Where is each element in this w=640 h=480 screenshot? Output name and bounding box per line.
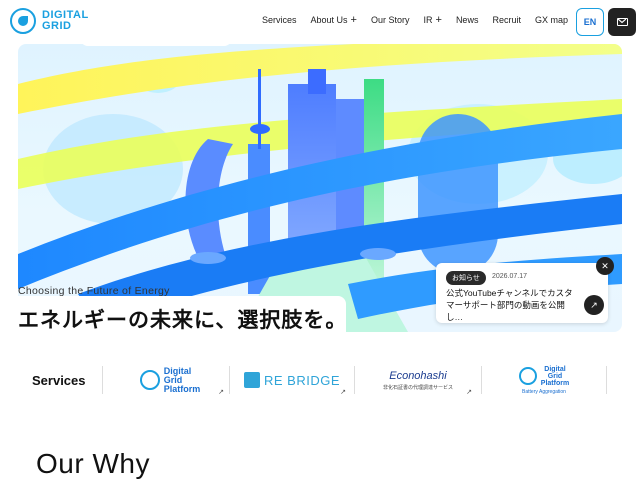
service-subtitle: 非化石証書の代理調達サービス (382, 384, 453, 391)
nav-recruit[interactable]: Recruit (492, 15, 521, 25)
service-name: RE BRIDGE (263, 372, 340, 388)
service-name: Econohashi (389, 369, 447, 382)
service-re-bridge[interactable]: RE BRIDGE ↗ (234, 362, 350, 398)
nav-our-story[interactable]: Our Story (371, 15, 410, 25)
services-label: Services (32, 373, 86, 388)
divider (481, 366, 482, 394)
news-date: 2026.07.17 (492, 273, 528, 280)
plus-icon: + (435, 13, 442, 26)
hero-headline: エネルギーの未来に、選択肢を。 (18, 309, 348, 332)
news-badge: お知らせ (446, 271, 486, 285)
nav-label: News (455, 15, 479, 25)
nav-about-us[interactable]: About Us + (310, 13, 357, 26)
news-card[interactable]: お知らせ 2026.07.17 公式YouTubeチャンネルでカスタマーサポート… (436, 263, 608, 323)
nav-label: Services (262, 15, 297, 25)
hero-tagline: Choosing the Future of Energy (18, 285, 170, 297)
nav-label: Recruit (492, 15, 521, 25)
external-link-icon: ↗ (218, 389, 224, 396)
bird-logo-icon (10, 8, 36, 34)
nav-label: GX map (534, 15, 568, 25)
hero-top-notch (80, 20, 232, 46)
divider (102, 366, 103, 394)
nav-label: Our Story (370, 15, 410, 25)
external-link-icon: ↗ (466, 389, 472, 396)
language-en-button[interactable]: EN (576, 8, 604, 36)
contact-mail-button[interactable] (608, 8, 636, 36)
external-link-icon[interactable]: ↗ (584, 295, 604, 315)
nav-label: About Us (310, 15, 348, 25)
divider (606, 366, 607, 394)
service-name-line: Grid (547, 372, 563, 380)
main-nav: Services About Us + Our Story IR + News Re… (262, 13, 582, 26)
divider (354, 366, 355, 394)
service-econohashi[interactable]: Econohashi 非化石証書の代理調達サービス ↗ (360, 362, 476, 398)
service-digital-grid-platform[interactable]: Digital Grid Platform ↗ (112, 362, 228, 398)
nav-gx-map[interactable]: GX map (535, 15, 568, 25)
service-subtitle: Battery Aggregation (522, 388, 566, 395)
services-row: Services Digital Grid Platform ↗ RE BRID… (0, 362, 640, 398)
service-name-line: Platform (540, 379, 570, 387)
nav-news[interactable]: News (456, 15, 479, 25)
bird-logo-icon (139, 370, 160, 390)
mail-icon (616, 18, 628, 26)
news-text: 公式YouTubeチャンネルでカスタマーサポート部門の動画を公開し… (446, 288, 573, 322)
digital-grid-logo[interactable]: DIGITAL GRID (10, 8, 89, 34)
close-icon[interactable]: ✕ (596, 257, 614, 275)
nav-services[interactable]: Services (262, 15, 297, 25)
plus-icon: + (350, 13, 357, 26)
section-title-our-why: Our Why (36, 448, 150, 479)
service-name-line: Digital (544, 365, 566, 373)
divider (229, 366, 230, 394)
bird-logo-icon (518, 367, 537, 385)
re-bridge-logo-icon (243, 372, 260, 388)
service-name-line: Platform (163, 383, 201, 394)
nav-label: IR (423, 15, 433, 25)
external-link-icon: ↗ (340, 389, 346, 396)
service-battery-aggregation[interactable]: Digital Grid Platform Battery Aggregatio… (486, 362, 602, 398)
nav-ir[interactable]: IR + (423, 13, 442, 26)
